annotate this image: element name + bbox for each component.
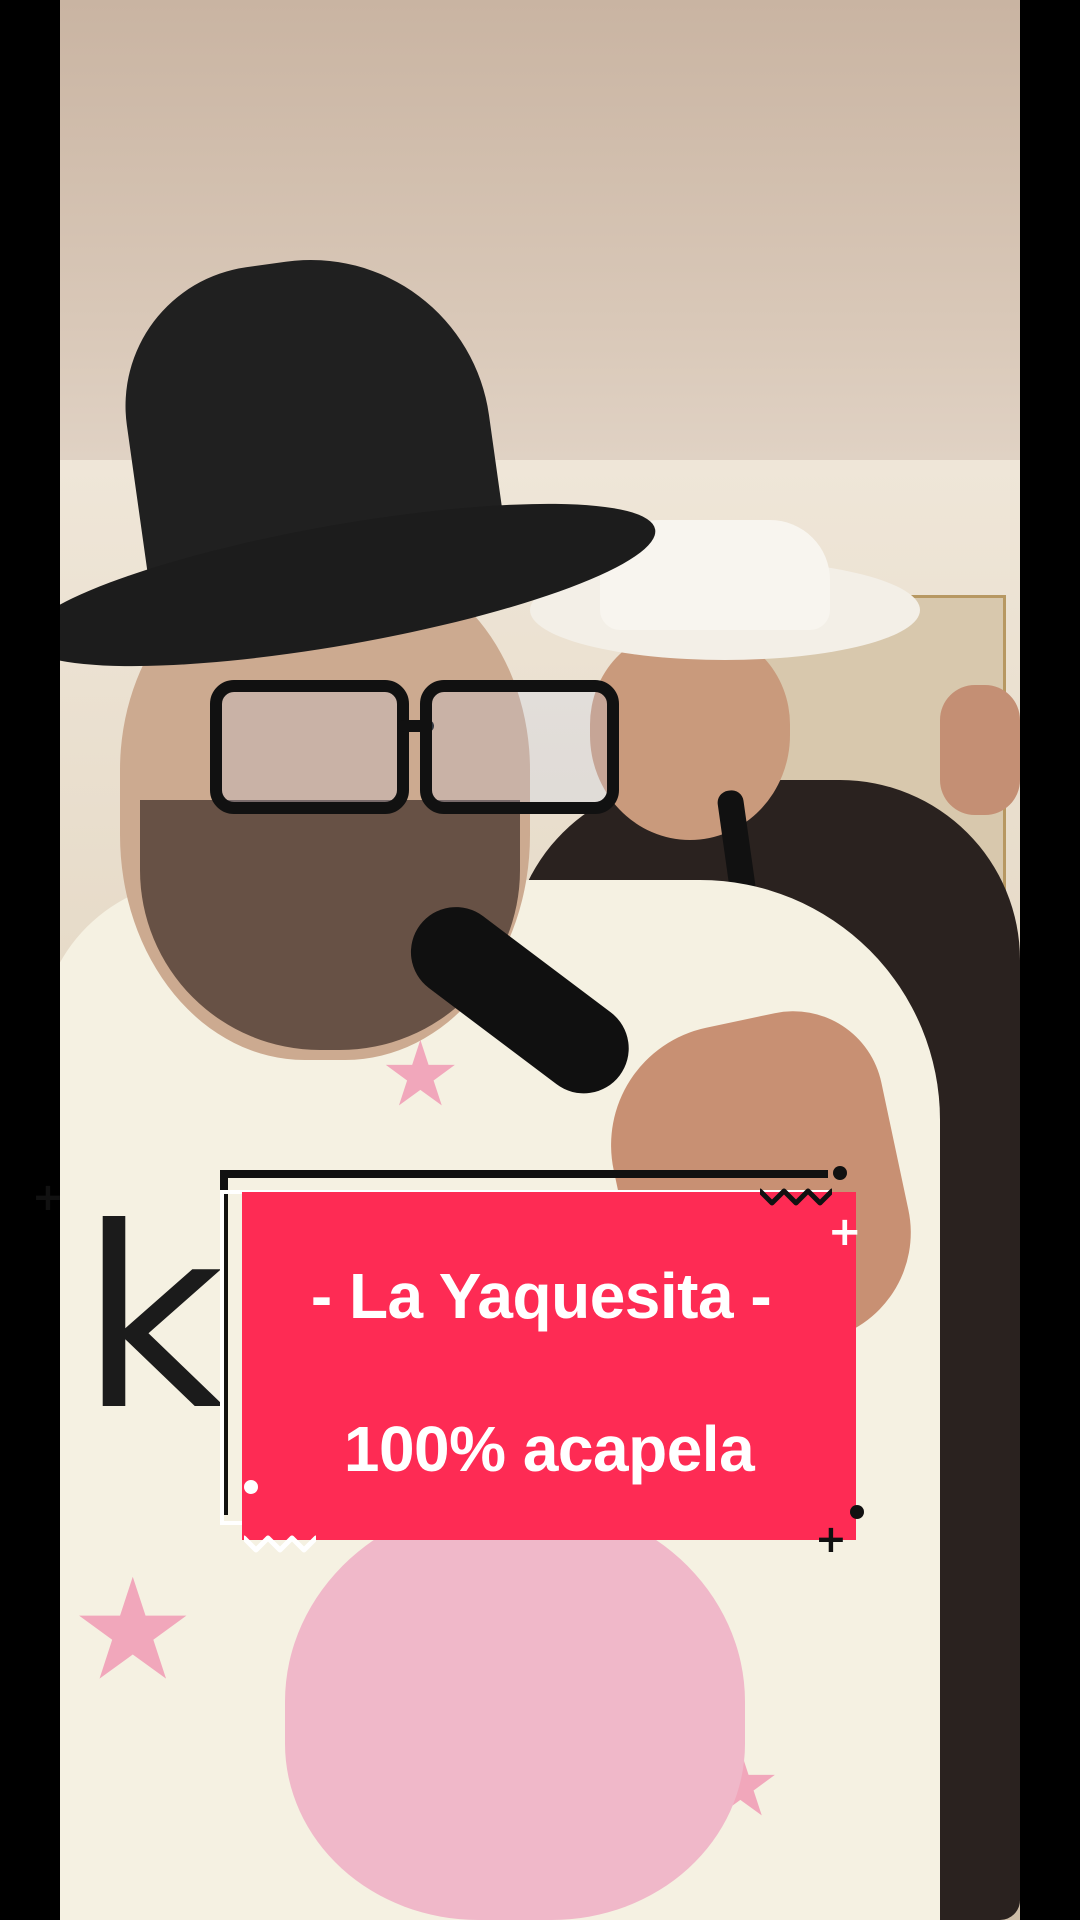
glasses: [140, 670, 619, 820]
dot-icon: [244, 1480, 258, 1494]
plus-icon: +: [32, 1175, 64, 1219]
left-lens: [210, 680, 409, 814]
dot-icon: [833, 1166, 847, 1180]
caption-sticker: - La Yaquesita - 100% acapela: [220, 1170, 860, 1545]
right-person-hand: [940, 685, 1020, 815]
caption-frame-top: [220, 1170, 828, 1178]
plus-icon: +: [828, 1209, 862, 1255]
plus-icon: +: [815, 1517, 847, 1561]
caption-title: - La Yaquesita -: [310, 1260, 772, 1332]
kirby-print: [285, 1500, 745, 1920]
video-frame: k ★ ★ ★: [60, 0, 1020, 1920]
zigzag-icon: [244, 1535, 316, 1553]
caption-box: - La Yaquesita - 100% acapela: [242, 1192, 856, 1540]
caption-subtitle: 100% acapela: [343, 1413, 755, 1485]
video-screen: k ★ ★ ★ - La Yaquesita - 100% acapela + …: [0, 0, 1080, 1920]
right-person-face: [590, 630, 790, 840]
right-lens: [420, 680, 619, 814]
dot-icon: [850, 1505, 864, 1519]
zigzag-icon: [760, 1188, 832, 1206]
star-icon: ★: [70, 1551, 196, 1708]
